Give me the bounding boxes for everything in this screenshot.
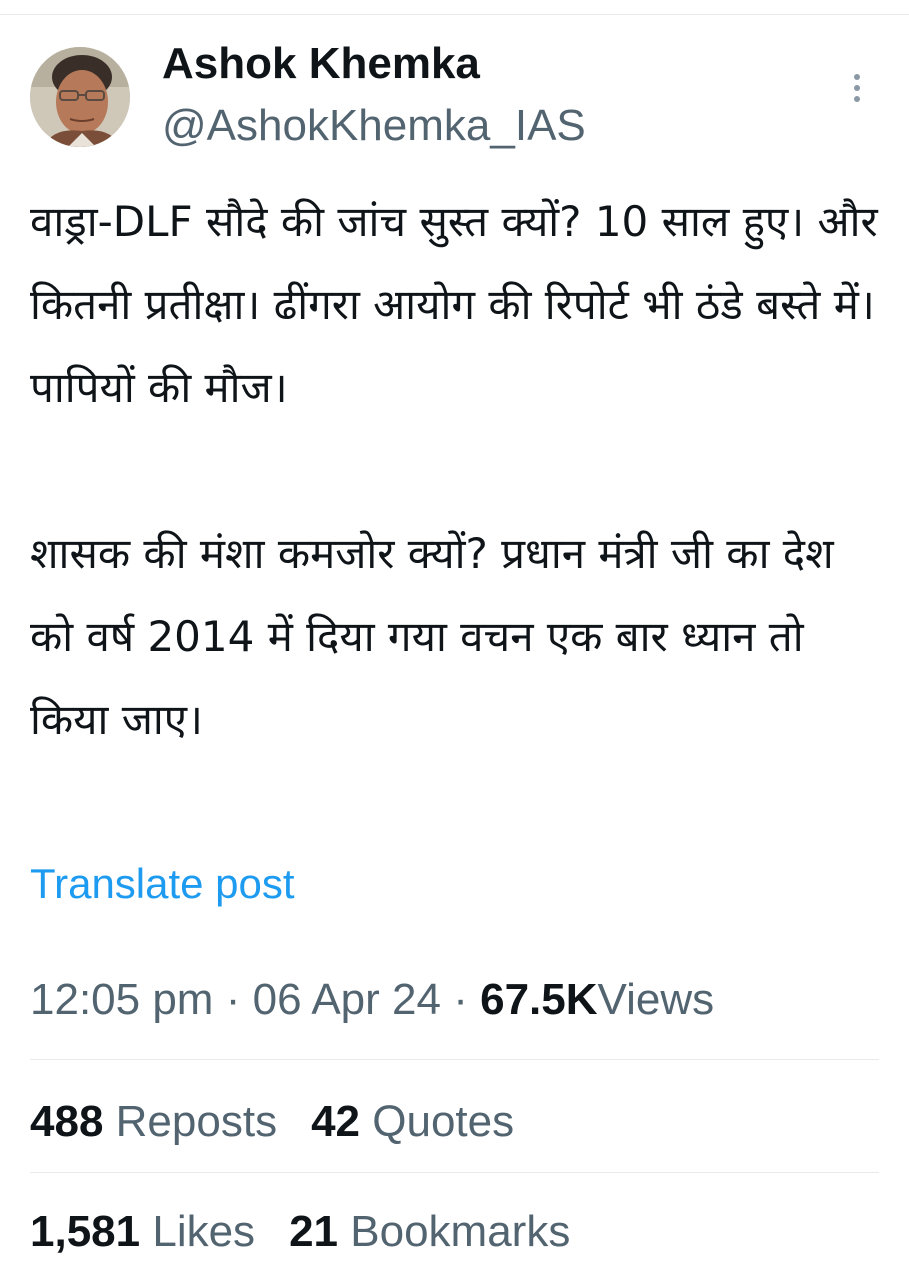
- top-divider: [0, 14, 909, 15]
- bookmarks-stat[interactable]: 21 Bookmarks: [289, 1204, 570, 1260]
- avatar[interactable]: [30, 47, 130, 147]
- meta-separator: ·: [453, 975, 468, 1024]
- reposts-stat[interactable]: 488 Reposts: [30, 1094, 277, 1150]
- translate-post-link[interactable]: Translate post: [30, 858, 295, 910]
- quotes-stat[interactable]: 42 Quotes: [311, 1094, 514, 1150]
- bookmarks-label: Bookmarks: [350, 1207, 571, 1256]
- views-count: 67.5K: [480, 975, 598, 1024]
- bookmarks-count: 21: [289, 1207, 339, 1256]
- tweet-text: वाड्रा-DLF सौदे की जांच सुस्त क्यों? 10 …: [30, 180, 890, 761]
- author-display-name[interactable]: Ashok Khemka: [162, 38, 480, 90]
- more-vertical-icon: [854, 74, 860, 102]
- quotes-count: 42: [311, 1097, 361, 1146]
- avatar-photo: [30, 47, 130, 147]
- likes-stat[interactable]: 1,581 Likes: [30, 1204, 255, 1260]
- more-options-button[interactable]: [842, 68, 872, 108]
- stats-row-likes: 1,581 Likes 21 Bookmarks: [30, 1204, 570, 1260]
- stats-row-engagement: 488 Reposts 42 Quotes: [30, 1094, 514, 1150]
- likes-count: 1,581: [30, 1207, 141, 1256]
- reposts-count: 488: [30, 1097, 104, 1146]
- stats-divider-top: [30, 1059, 879, 1060]
- meta-separator: ·: [225, 975, 241, 1024]
- views-label: Views: [597, 975, 715, 1024]
- tweet-paragraph-2: शासक की मंशा कमजोर क्यों? प्रधान मंत्री …: [30, 529, 834, 744]
- likes-label: Likes: [152, 1207, 256, 1256]
- tweet-meta: 12:05 pm · 06 Apr 24 · 67.5KViews: [30, 972, 714, 1028]
- stats-divider-middle: [30, 1172, 879, 1173]
- quotes-label: Quotes: [372, 1097, 515, 1146]
- reposts-label: Reposts: [115, 1097, 278, 1146]
- post-date[interactable]: 06 Apr 24: [253, 975, 441, 1024]
- tweet-paragraph-1: वाड्रा-DLF सौदे की जांच सुस्त क्यों? 10 …: [30, 197, 878, 412]
- post-time[interactable]: 12:05 pm: [30, 975, 213, 1024]
- author-handle[interactable]: @AshokKhemka_IAS: [162, 100, 586, 152]
